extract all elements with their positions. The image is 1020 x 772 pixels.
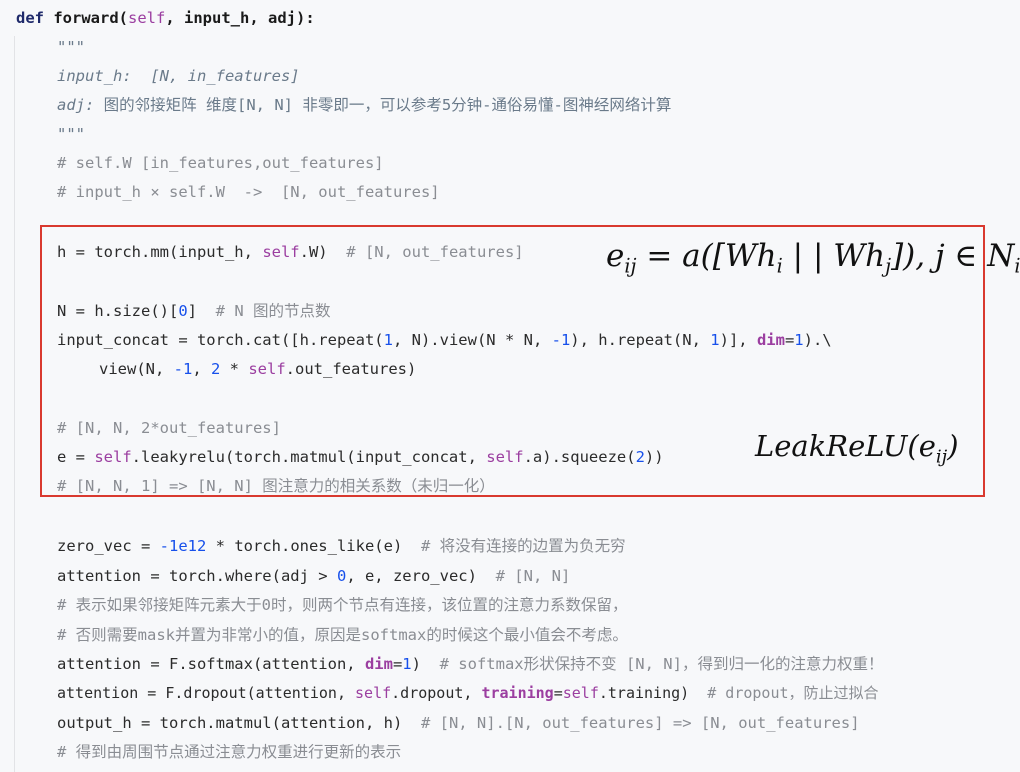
concat-text-a: input_concat = torch.cat([h.repeat( xyxy=(57,331,384,349)
h-line-text-b: .W) xyxy=(299,243,328,261)
code-line-softmax: attention = F.softmax(attention, dim=1) … xyxy=(57,653,883,675)
self-param: self xyxy=(128,9,166,27)
h-line-text: h = torch.mm(input_h, xyxy=(57,243,263,261)
e-text-a: e = xyxy=(57,448,95,466)
n-line-close: ] xyxy=(187,302,198,320)
eq1-sub-ni: i xyxy=(1014,254,1020,278)
att3-text-c: .training) xyxy=(598,684,690,702)
comment-weight-shape: # self.W [in_features,out_features] xyxy=(57,154,384,172)
att1-comment: # [N, N] xyxy=(476,567,571,585)
concat-text-c: ), h.repeat(N, xyxy=(570,331,711,349)
doc-adj-desc: 图的邻接矩阵 维度[N, N] 非零即一，可以参考5分钟-通俗易懂-图神经网络计… xyxy=(103,96,672,114)
keyword-def: def xyxy=(16,9,44,27)
out-comment: # [N, N].[N, out_features] => [N, out_fe… xyxy=(402,714,860,732)
doc-adj-line: adj: 图的邻接矩阵 维度[N, N] 非零即一，可以参考5分钟-通俗易懂-图… xyxy=(57,94,671,116)
concat-eq: = xyxy=(784,331,795,349)
eq1-e: e xyxy=(606,238,625,274)
view-text-a: view(N, xyxy=(99,360,174,378)
eq2-a: LeakReLU(e xyxy=(755,429,936,463)
equation-leakyrelu: LeakReLU(eij) xyxy=(755,429,959,467)
comment-concat-shape: # [N, N, 2*out_features] xyxy=(57,419,281,437)
e-text-b: .leakyrelu(torch.matmul(input_concat, xyxy=(131,448,487,466)
eq1-sub-ij: ij xyxy=(624,254,637,278)
e-text-d: )) xyxy=(644,448,664,466)
n-line-comment: # N 图的节点数 xyxy=(197,302,331,320)
code-line-def: def forward(self, input_h, adj): xyxy=(16,7,315,29)
zero-text-b: * torch.ones_like(e) xyxy=(206,537,403,555)
self-keyword: self xyxy=(562,684,599,702)
att2-dim-kw: dim xyxy=(364,655,393,673)
eq2-sub-ij: ij xyxy=(935,446,948,468)
h-line-comment: # [N, out_features] xyxy=(327,243,524,261)
indent-guide xyxy=(14,36,15,772)
concat-text-b: , N).view(N * N, xyxy=(392,331,552,349)
concat-text-d: )], xyxy=(719,331,757,349)
view-text-c: * xyxy=(220,360,249,378)
att1-num-0: 0 xyxy=(336,567,347,585)
signature-open: ( xyxy=(118,9,129,27)
view-text-b: , xyxy=(192,360,211,378)
att3-eq: = xyxy=(553,684,563,702)
docstring-open: """ xyxy=(57,38,85,56)
self-keyword: self xyxy=(248,360,286,378)
doc-adj-name: adj: xyxy=(57,96,104,114)
concat-text-f: ).\ xyxy=(803,331,832,349)
doc-input-h: input_h: [N, in_features] xyxy=(57,67,300,85)
zero-num: -1e12 xyxy=(159,537,207,555)
zero-text-a: zero_vec = xyxy=(57,537,160,555)
e-num-2: 2 xyxy=(635,448,645,466)
code-line-output: output_h = torch.matmul(attention, h) # … xyxy=(57,712,860,734)
concat-num-m1: -1 xyxy=(551,331,571,349)
concat-num-1b: 1 xyxy=(710,331,720,349)
self-keyword: self xyxy=(94,448,132,466)
concat-num-1: 1 xyxy=(383,331,393,349)
n-line-index: 0 xyxy=(178,302,188,320)
code-line-n: N = h.size()[0] # N 图的节点数 xyxy=(57,300,331,322)
code-line-view: view(N, -1, 2 * self.out_features) xyxy=(99,358,416,380)
self-keyword: self xyxy=(262,243,300,261)
docstring-close: """ xyxy=(57,125,85,143)
eq1-tail: ]), j ∈ N xyxy=(891,238,1015,274)
att3-training-kw: training xyxy=(481,684,554,702)
self-keyword: self xyxy=(355,684,392,702)
code-line-e: e = self.leakyrelu(torch.matmul(input_co… xyxy=(57,446,664,468)
view-num-2: 2 xyxy=(211,360,221,378)
out-text-a: output_h = torch.matmul(attention, h) xyxy=(57,714,403,732)
att2-text-b: ) xyxy=(411,655,421,673)
att2-num-1: 1 xyxy=(402,655,412,673)
comment-correlation: # [N, N, 1] => [N, N] 图注意力的相关系数（未归一化） xyxy=(57,477,495,495)
view-text-d: .out_features) xyxy=(285,360,417,378)
code-line-zero-vec: zero_vec = -1e12 * torch.ones_like(e) # … xyxy=(57,535,626,557)
code-line-h: h = torch.mm(input_h, self.W) # [N, out_… xyxy=(57,241,524,263)
function-name: forward xyxy=(53,9,119,27)
att1-text-a: attention = torch.where(adj > xyxy=(57,567,337,585)
eq1-mid: = a([Wh xyxy=(636,238,777,274)
self-keyword: self xyxy=(486,448,524,466)
signature-rest: , input_h, adj): xyxy=(165,9,315,27)
comment-keep: # 表示如果邻接矩阵元素大于0时，则两个节点有连接，该位置的注意力系数保留， xyxy=(57,596,628,614)
eq1-bars: | | Wh xyxy=(782,238,886,274)
equation-attention-score: eij = a([Whi | | Whj]), j ∈ Ni xyxy=(606,238,1020,278)
concat-num-1c: 1 xyxy=(794,331,804,349)
att2-comment: # softmax形状保持不变 [N, N]，得到归一化的注意力权重！ xyxy=(420,655,884,673)
comment-mask: # 否则需要mask并置为非常小的值，原因是softmax的时候这个最小值会不考… xyxy=(57,626,628,644)
att3-text-a: attention = F.dropout(attention, xyxy=(57,684,356,702)
n-line-text: N = h.size()[ xyxy=(57,302,179,320)
att2-eq: = xyxy=(392,655,403,673)
comment-final: # 得到由周围节点通过注意力权重进行更新的表示 xyxy=(57,743,402,761)
concat-dim-kw: dim xyxy=(756,331,785,349)
eq2-b: ) xyxy=(947,429,959,463)
att3-text-b: .dropout, xyxy=(391,684,482,702)
att2-text-a: attention = F.softmax(attention, xyxy=(57,655,365,673)
view-num-m1: -1 xyxy=(173,360,193,378)
comment-matmul-shape: # input_h × self.W -> [N, out_features] xyxy=(57,183,440,201)
zero-comment: # 将没有连接的边置为负无穷 xyxy=(402,537,626,555)
code-line-where: attention = torch.where(adj > 0, e, zero… xyxy=(57,565,570,587)
att1-text-b: , e, zero_vec) xyxy=(346,567,477,585)
att3-comment: # dropout，防止过拟合 xyxy=(689,684,879,702)
code-line-dropout: attention = F.dropout(attention, self.dr… xyxy=(57,682,879,704)
e-text-c: .a).squeeze( xyxy=(523,448,636,466)
code-line-concat: input_concat = torch.cat([h.repeat(1, N)… xyxy=(57,329,832,351)
